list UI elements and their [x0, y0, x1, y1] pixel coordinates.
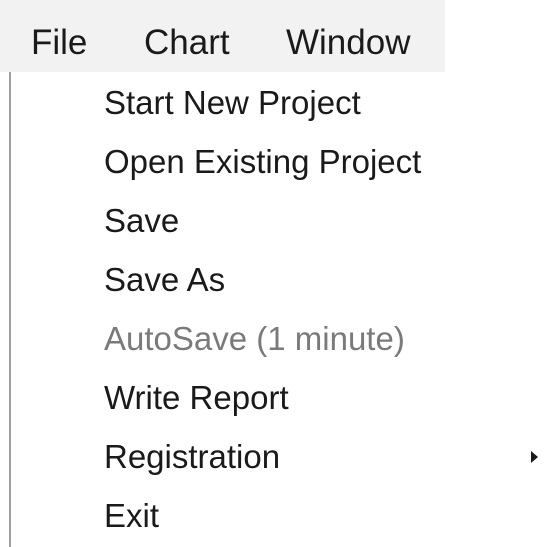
menu-item-registration[interactable]: Registration [11, 426, 554, 485]
chevron-right-icon [531, 451, 538, 463]
menu-item-label: AutoSave (1 minute) [104, 320, 405, 357]
menu-window[interactable]: Window [286, 0, 410, 72]
menu-item-label: Open Existing Project [104, 143, 422, 180]
menu-file[interactable]: File [31, 0, 87, 72]
file-menu-dropdown: Start New Project Open Existing Project … [0, 72, 554, 547]
menu-item-save-as[interactable]: Save As [11, 249, 554, 308]
menu-item-start-new-project[interactable]: Start New Project [11, 72, 554, 131]
menu-item-label: Write Report [104, 379, 289, 416]
menu-item-label: Save As [104, 261, 226, 298]
menu-bar: File Chart Window [0, 0, 445, 72]
menu-item-write-report[interactable]: Write Report [11, 367, 554, 426]
menu-item-label: Registration [104, 438, 281, 475]
menu-item-label: Save [104, 202, 180, 239]
menu-item-label: Exit [104, 497, 160, 534]
menu-item-exit[interactable]: Exit [11, 485, 554, 544]
menu-chart[interactable]: Chart [144, 0, 230, 72]
menu-item-save[interactable]: Save [11, 190, 554, 249]
menu-item-open-existing-project[interactable]: Open Existing Project [11, 131, 554, 190]
menu-item-label: Start New Project [104, 84, 361, 121]
menu-item-autosave: AutoSave (1 minute) [11, 308, 554, 367]
